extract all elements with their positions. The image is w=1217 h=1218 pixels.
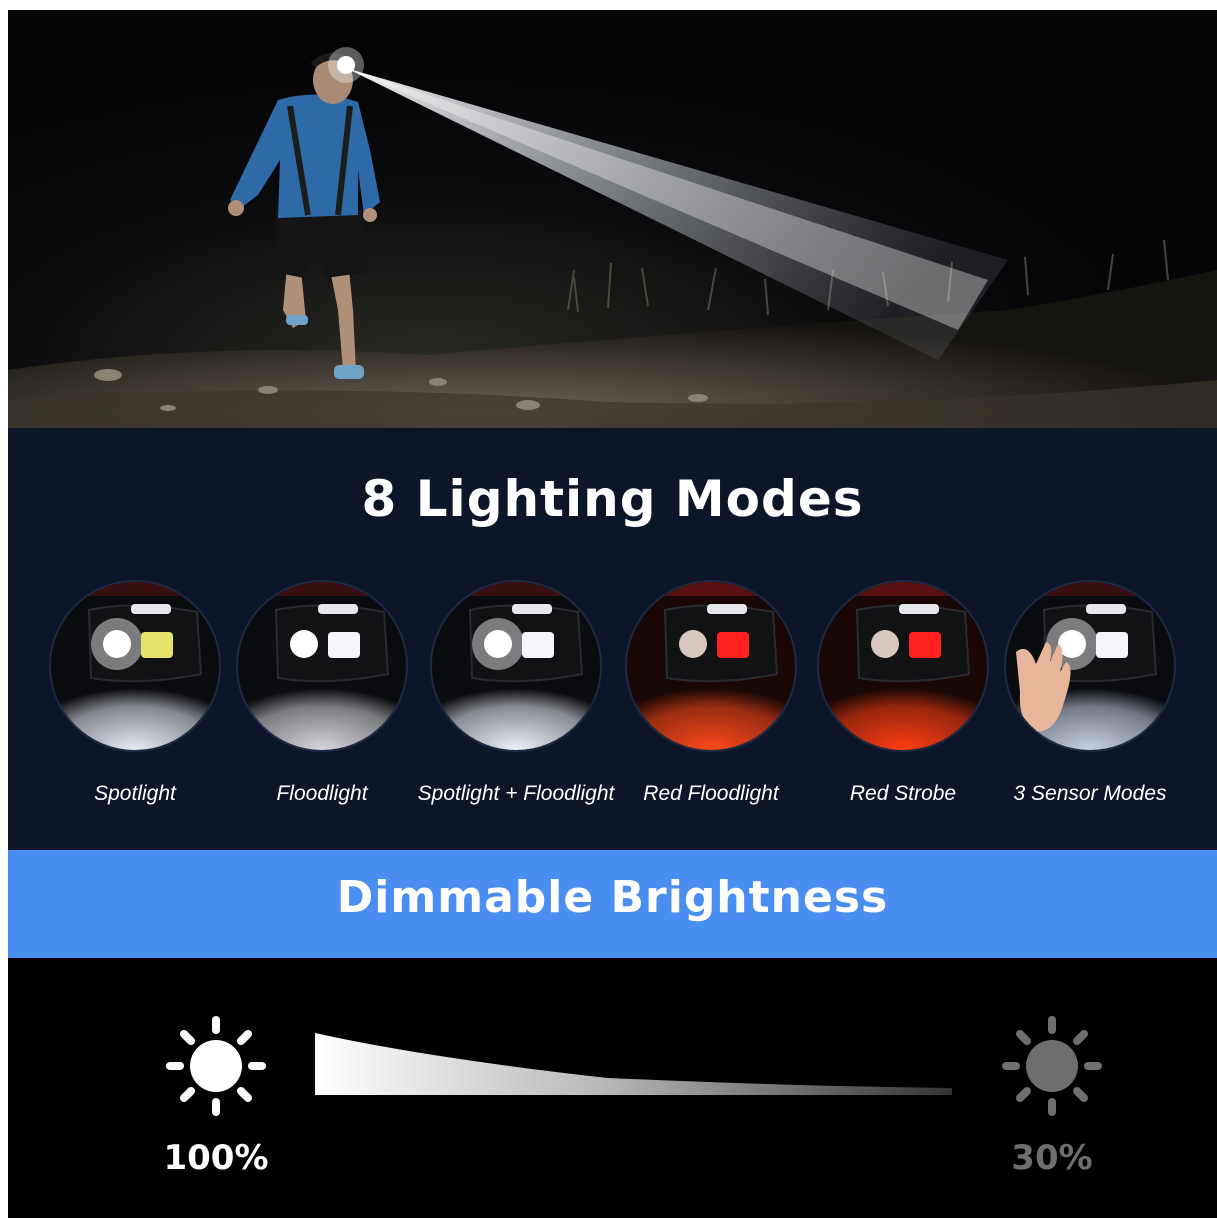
dimmable-banner: Dimmable Brightness — [8, 850, 1217, 958]
headlamp-mode-image — [432, 582, 600, 750]
headlamp-illustration — [819, 582, 987, 750]
sun-icon — [166, 1016, 266, 1116]
mode-item: Spotlight + Floodlight — [416, 582, 616, 822]
product-infographic: 8 Lighting Modes Spotlight Floodlight Spot… — [8, 10, 1217, 1218]
headlamp-illustration — [238, 582, 406, 750]
brightness-scale: 100% 30% — [8, 958, 1217, 1218]
mode-item: Floodlight — [222, 582, 422, 822]
headlamp-mode-image — [1006, 582, 1174, 750]
min-brightness-label: 30% — [1011, 1138, 1093, 1178]
hero-photo — [8, 10, 1217, 428]
headlamp-illustration — [627, 582, 795, 750]
headlamp-mode-image — [627, 582, 795, 750]
max-brightness-label: 100% — [163, 1138, 269, 1178]
headlamp-illustration — [432, 582, 600, 750]
modes-title: 8 Lighting Modes — [361, 470, 864, 528]
lighting-modes-section: 8 Lighting Modes Spotlight Floodlight Spot… — [8, 428, 1217, 850]
headlamp-illustration — [51, 582, 219, 750]
mode-label: 3 Sensor Modes — [1013, 782, 1167, 805]
brightness-gradient-wedge — [315, 1033, 952, 1095]
sun-icon — [1002, 1016, 1102, 1116]
mode-item: Red Floodlight — [611, 582, 811, 822]
headlamp-mode-image — [238, 582, 406, 750]
mode-item: 3 Sensor Modes — [990, 582, 1190, 822]
night-runner-illustration — [8, 47, 1217, 428]
headlamp-illustration — [1006, 582, 1174, 750]
headlamp-mode-image — [51, 582, 219, 750]
headlamp-mode-image — [819, 582, 987, 750]
dimmable-title: Dimmable Brightness — [336, 872, 889, 923]
